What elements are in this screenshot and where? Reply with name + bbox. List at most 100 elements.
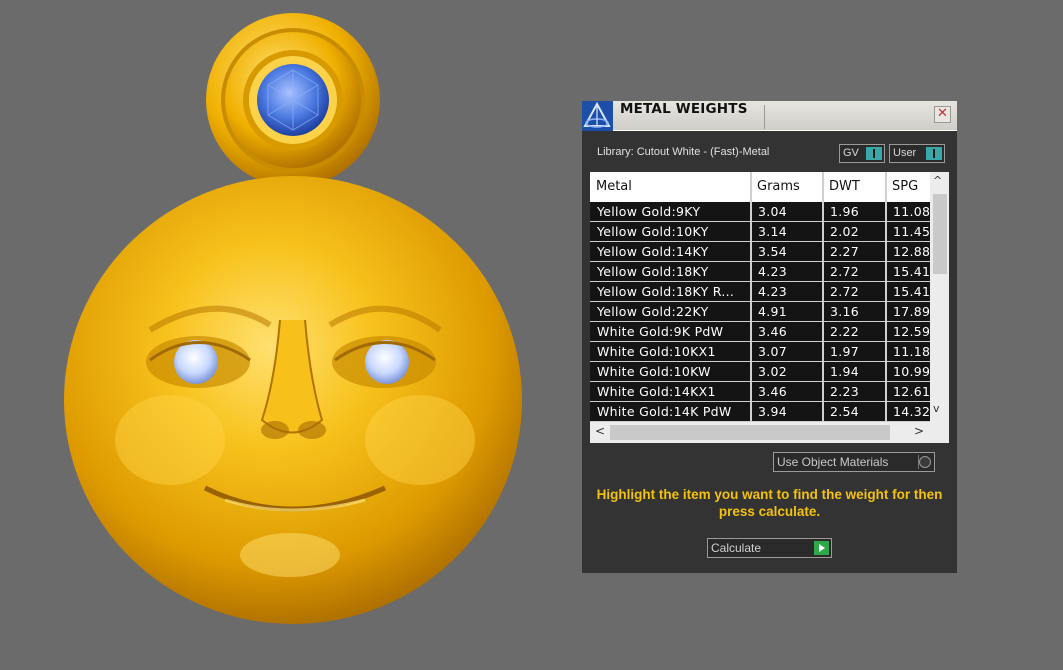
cell-metal: White Gold:9K PdW (597, 324, 724, 339)
column-header-dwt[interactable]: DWT (823, 172, 886, 202)
instructions-text: Highlight the item you want to find the … (596, 487, 943, 519)
column-header-grams[interactable]: Grams (751, 172, 823, 202)
cell-grams: 3.46 (758, 384, 788, 399)
cell-spg: 12.88 (893, 244, 930, 259)
cell-grams: 3.94 (758, 404, 788, 419)
cell-dwt: 1.96 (830, 204, 860, 219)
calculate-button[interactable]: Calculate (707, 538, 832, 558)
table-body: Yellow Gold:9KY 3.04 1.96 11.08 Yellow Gold:… (590, 202, 930, 422)
table-row[interactable]: Yellow Gold:18KY R... 4.23 2.72 15.41 (590, 282, 930, 302)
metal-weights-dialog: METAL WEIGHTS ✕ Library: Cutout White - … (582, 101, 957, 573)
table-row[interactable]: White Gold:9K PdW 3.46 2.22 12.59 (590, 322, 930, 342)
right-eye-diamond (365, 340, 409, 384)
horizontal-scroll-thumb[interactable] (610, 425, 890, 440)
cell-dwt: 2.22 (830, 324, 860, 339)
cell-dwt: 2.02 (830, 224, 860, 239)
cell-metal: Yellow Gold:10KY (597, 224, 709, 239)
metal-table[interactable]: Metal Grams DWT SPG Yellow Gold:9KY 3.04 1… (590, 172, 949, 443)
column-divider (750, 172, 752, 422)
column-header-metal[interactable]: Metal (590, 172, 751, 202)
table-row[interactable]: Yellow Gold:10KY 3.14 2.02 11.45 (590, 222, 930, 242)
play-icon (814, 541, 829, 555)
cell-dwt: 2.72 (830, 284, 860, 299)
cell-grams: 3.07 (758, 344, 788, 359)
left-eye-diamond (174, 340, 218, 384)
cell-dwt: 1.94 (830, 364, 860, 379)
cell-grams: 4.91 (758, 304, 788, 319)
gem-bail (206, 13, 380, 187)
cell-dwt: 2.54 (830, 404, 860, 419)
cell-grams: 3.04 (758, 204, 788, 219)
moon-face (64, 176, 522, 624)
title-separator (764, 105, 765, 129)
cell-metal: White Gold:10KX1 (597, 344, 716, 359)
cell-metal: Yellow Gold:22KY (597, 304, 709, 319)
cell-metal: White Gold:14K PdW (597, 404, 732, 419)
cell-dwt: 3.16 (830, 304, 860, 319)
vertical-scrollbar[interactable]: ^ v (930, 172, 949, 422)
table-row[interactable]: Yellow Gold:18KY 4.23 2.72 15.41 (590, 262, 930, 282)
cell-grams: 3.02 (758, 364, 788, 379)
table-row[interactable]: White Gold:10KW 3.02 1.94 10.99 (590, 362, 930, 382)
scroll-down-icon[interactable]: v (933, 402, 940, 415)
cell-spg: 11.08 (893, 204, 930, 219)
cell-spg: 15.41 (893, 284, 930, 299)
column-header-spg[interactable]: SPG (886, 172, 930, 202)
cell-grams: 4.23 (758, 284, 788, 299)
moon-pendant-model[interactable] (0, 0, 570, 666)
user-toggle-label: User (893, 147, 917, 159)
table-row[interactable]: White Gold:14K PdW 3.94 2.54 14.32 (590, 402, 930, 422)
scroll-up-icon[interactable]: ^ (933, 174, 942, 187)
gv-toggle[interactable]: GV (839, 144, 885, 163)
use-object-materials-toggle[interactable]: Use Object Materials (773, 452, 935, 472)
cell-metal: Yellow Gold:14KY (597, 244, 709, 259)
cell-grams: 3.54 (758, 244, 788, 259)
cell-spg: 17.89 (893, 304, 930, 319)
horizontal-scrollbar[interactable]: < > (590, 422, 930, 443)
cell-dwt: 2.23 (830, 384, 860, 399)
title-underline (613, 130, 957, 131)
toggle-switch-icon (926, 147, 942, 160)
vertical-scroll-thumb[interactable] (933, 194, 947, 274)
library-label: Library: Cutout White - (Fast)-Metal (597, 146, 770, 158)
use-object-materials-label: Use Object Materials (777, 455, 889, 469)
cell-spg: 11.18 (893, 344, 930, 359)
gv-toggle-label: GV (843, 147, 859, 159)
radio-icon[interactable] (919, 456, 931, 468)
cell-grams: 3.46 (758, 324, 788, 339)
close-button[interactable]: ✕ (934, 106, 951, 123)
column-divider (885, 172, 887, 422)
cell-spg: 12.61 (893, 384, 930, 399)
column-divider (822, 172, 824, 422)
cell-spg: 15.41 (893, 264, 930, 279)
scroll-right-icon[interactable]: > (914, 424, 924, 438)
table-row[interactable]: White Gold:14KX1 3.46 2.23 12.61 (590, 382, 930, 402)
table-row[interactable]: White Gold:10KX1 3.07 1.97 11.18 (590, 342, 930, 362)
scroll-left-icon[interactable]: < (595, 424, 605, 438)
cell-metal: Yellow Gold:9KY (597, 204, 701, 219)
user-toggle[interactable]: User (889, 144, 945, 163)
app-logo-icon (582, 101, 613, 131)
toggle-switch-icon (866, 147, 882, 160)
table-header: Metal Grams DWT SPG (590, 172, 930, 202)
cell-dwt: 1.97 (830, 344, 860, 359)
cell-spg: 10.99 (893, 364, 930, 379)
cell-spg: 14.32 (893, 404, 930, 419)
cell-dwt: 2.72 (830, 264, 860, 279)
table-row[interactable]: Yellow Gold:14KY 3.54 2.27 12.88 (590, 242, 930, 262)
cell-metal: Yellow Gold:18KY (597, 264, 709, 279)
cell-metal: Yellow Gold:18KY R... (597, 284, 735, 299)
title-bar[interactable]: METAL WEIGHTS ✕ (582, 101, 957, 131)
dialog-title: METAL WEIGHTS (620, 101, 748, 117)
cell-spg: 11.45 (893, 224, 930, 239)
cell-spg: 12.59 (893, 324, 930, 339)
cell-grams: 3.14 (758, 224, 788, 239)
table-row[interactable]: Yellow Gold:22KY 4.91 3.16 17.89 (590, 302, 930, 322)
cell-grams: 4.23 (758, 264, 788, 279)
3d-viewport[interactable] (0, 0, 570, 666)
calculate-label: Calculate (711, 541, 762, 555)
table-row[interactable]: Yellow Gold:9KY 3.04 1.96 11.08 (590, 202, 930, 222)
cell-dwt: 2.27 (830, 244, 860, 259)
cell-metal: White Gold:14KX1 (597, 384, 716, 399)
cell-metal: White Gold:10KW (597, 364, 711, 379)
